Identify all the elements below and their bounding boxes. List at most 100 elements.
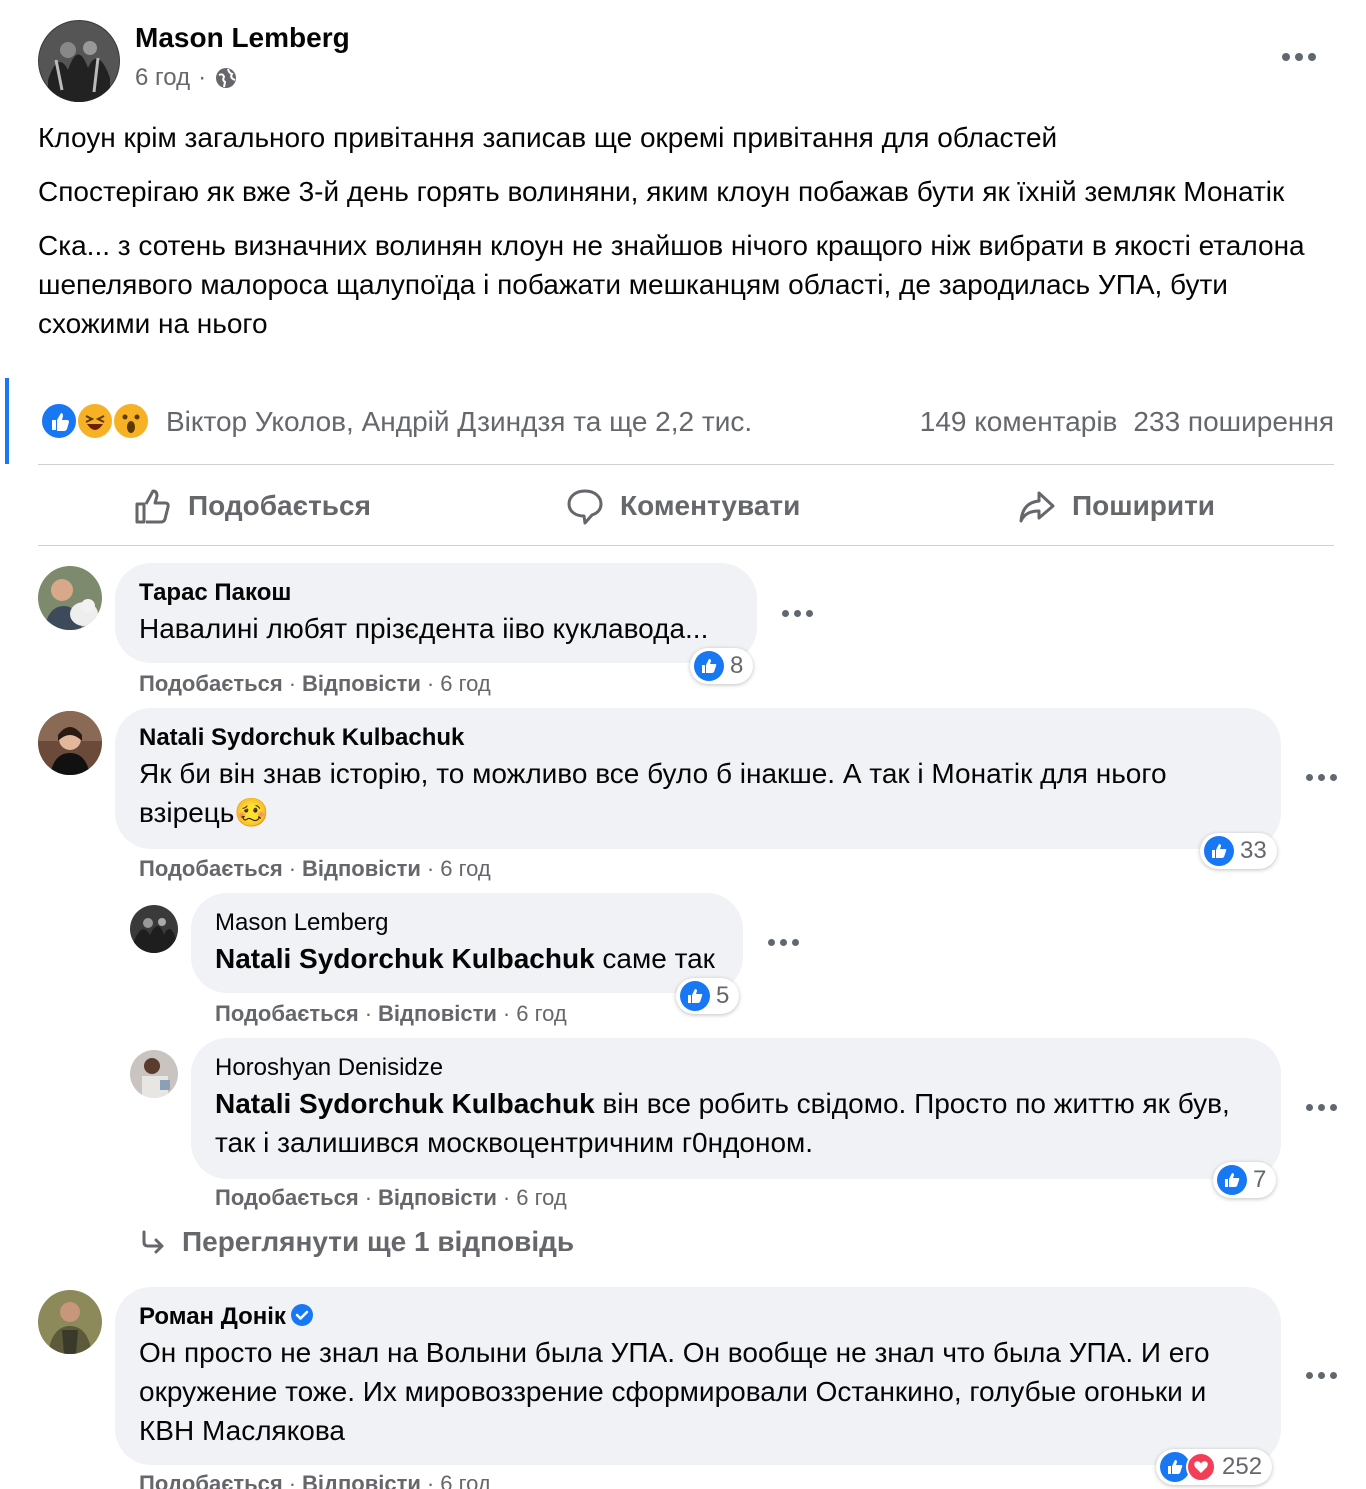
comment-more-options-icon[interactable] [1306,1104,1337,1111]
like-button[interactable]: Подобається [134,484,371,528]
like-reaction-icon [694,651,724,681]
reaction-names[interactable]: Віктор Уколов, Андрій Дзиндзя та ще 2,2 … [166,406,752,438]
comment-reactions[interactable]: 5 [676,978,740,1014]
meta-dot: · [364,1185,373,1210]
comment-button[interactable]: Коментувати [566,484,800,528]
author-name[interactable]: Mason Lemberg [135,22,350,54]
comment-actions: Подобається · Відповісти · 6 год [139,856,491,882]
comment-likes-count: 5 [716,982,730,1009]
mention-link[interactable]: Natali Sydorchuk Kulbachuk [215,943,595,974]
commenter-name[interactable]: Mason Lemberg [215,907,719,939]
like-reaction-icon [680,981,710,1011]
comment-bubble: Natali Sydorchuk Kulbachuk Як би він зна… [115,708,1281,849]
comment-like-link[interactable]: Подобається [139,1471,283,1489]
comment-text-body: Як би він знав історію, то можливо все б… [139,758,1167,828]
comment-reply-link[interactable]: Відповісти [302,671,421,697]
reactions-summary: Віктор Уколов, Андрій Дзиндзя та ще 2,2 … [38,400,1334,446]
comment-like-link[interactable]: Подобається [139,671,283,697]
post-paragraph: Спостерігаю як вже 3-й день горять волин… [38,176,1285,207]
comment-time[interactable]: 6 год [440,856,490,882]
commenter-avatar[interactable] [38,1290,102,1354]
comment-reply-link[interactable]: Відповісти [302,1471,421,1489]
comment-likes-count: 252 [1222,1453,1263,1480]
comment-actions: Подобається · Відповісти · 6 год [139,671,491,697]
meta-dot: · [288,671,297,696]
comment-text: Як би він знав історію, то можливо все б… [139,754,1257,832]
comment-like-link[interactable]: Подобається [215,1001,359,1027]
comment-reactions[interactable]: 33 [1200,833,1277,869]
meta-dot: · [426,856,435,881]
comment-likes-count: 7 [1253,1166,1267,1193]
comment-label: Коментувати [620,490,801,521]
comment-time[interactable]: 6 год [516,1001,566,1027]
post-more-options-icon[interactable] [1282,53,1316,61]
post-text: Клоун крім загального привітання записав… [38,118,1328,358]
meta-dot: · [502,1185,511,1210]
commenter-name[interactable]: Тарас Пакош [139,577,733,609]
like-reaction-icon [1204,836,1234,866]
haha-reaction-icon [76,402,114,440]
comment-like-link[interactable]: Подобається [139,856,283,882]
comment-more-options-icon[interactable] [782,610,813,617]
commenter-name[interactable]: Роман Донік [139,1303,286,1330]
comment-reactions[interactable]: 8 [690,648,754,684]
shares-count[interactable]: 233 поширення [1133,406,1334,438]
comment-like-link[interactable]: Подобається [215,1185,359,1211]
comment-more-options-icon[interactable] [1306,774,1337,781]
meta-separator: · [198,64,207,91]
post-stats: 149 коментарів 233 поширення [920,406,1334,438]
post-card: Mason Lemberg 6 год · Клоун крім загальн… [0,0,1366,1489]
verified-badge-icon [290,1303,314,1327]
comment-reactions[interactable]: 7 [1213,1162,1277,1198]
thumbs-up-icon [135,489,170,524]
commenter-avatar[interactable] [130,905,178,953]
post-time[interactable]: 6 год [135,64,190,92]
commenter-name[interactable]: Horoshyan Denisidze [215,1052,1257,1084]
reaction-icons[interactable] [40,402,155,442]
commenter-name[interactable]: Natali Sydorchuk Kulbachuk [139,722,1257,754]
comment-bubble: Тарас Пакош Навалині любят прізєдента іі… [115,563,757,663]
comment-text: Он просто не знал на Волыни была УПА. Он… [139,1337,1210,1446]
post-meta: 6 год · [135,64,238,92]
reply-bubble: Mason Lemberg Natali Sydorchuk Kulbachuk… [191,893,743,993]
comments-count[interactable]: 149 коментарів [920,406,1118,438]
comment-time[interactable]: 6 год [440,1471,490,1489]
divider [38,545,1334,546]
share-button[interactable]: Поширити [1018,484,1215,528]
commenter-name-row: Роман Донік [139,1301,1257,1333]
comment-reply-link[interactable]: Відповісти [302,856,421,882]
post-paragraph: Клоун крім загального привітання записав… [38,122,1058,153]
commenter-avatar[interactable] [38,711,102,775]
comment-more-options-icon[interactable] [1306,1372,1337,1379]
mention-link[interactable]: Natali Sydorchuk Kulbachuk [215,1088,595,1119]
comment-more-options-icon[interactable] [768,939,799,946]
comment-text: Natali Sydorchuk Kulbachuk саме так [215,939,719,978]
commenter-avatar[interactable] [130,1050,178,1098]
comment-text-body: саме так [594,943,715,974]
meta-dot: · [364,1001,373,1026]
comment-actions: Подобається · Відповісти · 6 год [139,1471,491,1489]
comment-time[interactable]: 6 год [440,671,490,697]
focus-indicator [5,378,9,464]
view-more-replies[interactable]: Переглянути ще 1 відповідь [140,1226,574,1258]
reply-arrow-icon [142,1230,164,1254]
comment-text: Навалині любят прізєдента ііво куклавода… [139,613,709,644]
meta-dot: · [288,1471,297,1489]
comment-reply-link[interactable]: Відповісти [378,1185,497,1211]
like-reaction-icon [40,402,78,440]
author-avatar[interactable] [38,20,120,102]
comment-reply-link[interactable]: Відповісти [378,1001,497,1027]
comment-likes-count: 33 [1240,837,1267,864]
globe-icon [214,66,238,90]
post-paragraph: Ска... з сотень визначних волинян клоун … [38,230,1305,339]
like-label: Подобається [188,490,371,521]
share-icon [1019,491,1055,523]
meta-dot: · [426,1471,435,1489]
comment-likes-count: 8 [730,652,744,679]
comment-reactions[interactable]: 252 [1156,1449,1273,1485]
woozy-face-emoji: 🥴 [234,797,270,828]
commenter-avatar[interactable] [38,566,102,630]
comment-time[interactable]: 6 год [516,1185,566,1211]
meta-dot: · [288,856,297,881]
like-reaction-icon [1217,1165,1247,1195]
